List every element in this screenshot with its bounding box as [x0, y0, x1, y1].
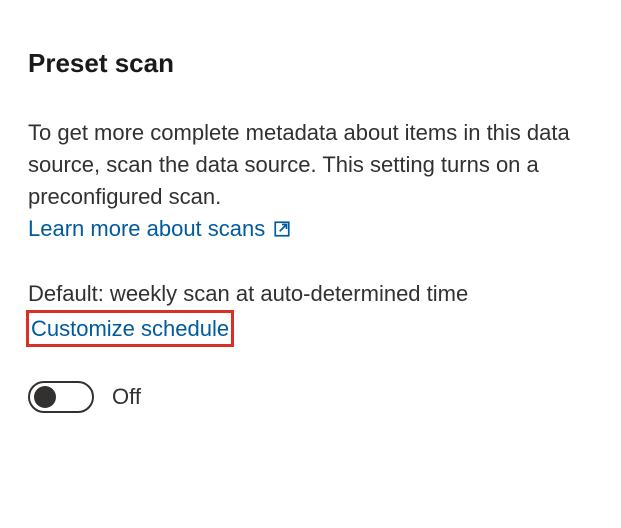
section-description: To get more complete metadata about item…	[28, 117, 593, 213]
learn-more-link[interactable]: Learn more about scans	[28, 216, 291, 242]
default-schedule-line: Default: weekly scan at auto-determined …	[28, 278, 593, 348]
external-link-icon	[273, 220, 291, 238]
customize-schedule-link[interactable]: Customize schedule	[26, 310, 234, 348]
toggle-state-label: Off	[112, 384, 141, 410]
toggle-knob	[34, 386, 56, 408]
default-schedule-text: Default: weekly scan at auto-determined …	[28, 281, 468, 306]
preset-scan-toggle[interactable]	[28, 381, 94, 413]
section-heading: Preset scan	[28, 48, 593, 79]
toggle-row: Off	[28, 381, 593, 413]
learn-more-label: Learn more about scans	[28, 216, 265, 242]
